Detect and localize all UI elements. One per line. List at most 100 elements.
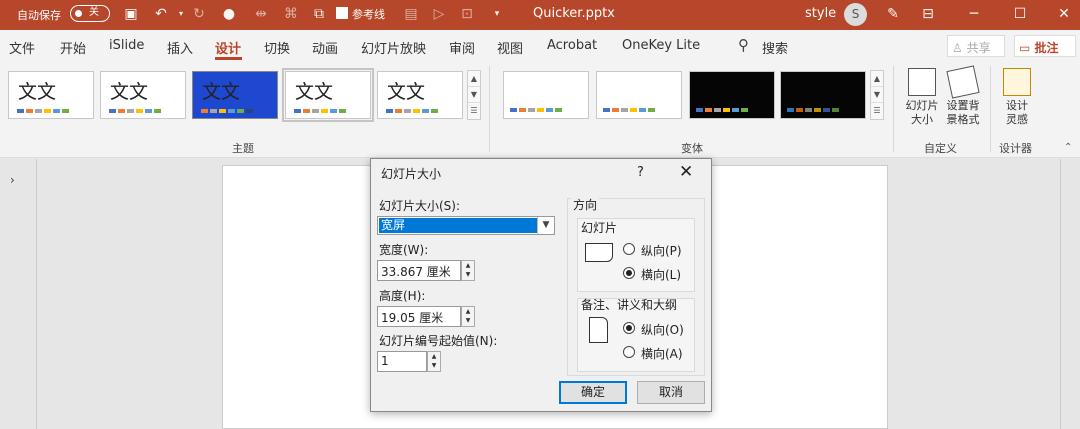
theme-color-strip [17, 109, 69, 113]
theme-thumb-5[interactable]: 文文 [377, 71, 463, 119]
width-field[interactable]: 33.867 厘米 [377, 260, 461, 281]
tab-onekey[interactable]: OneKey Lite [622, 38, 700, 53]
tab-islide[interactable]: iSlide [109, 38, 144, 53]
variant-thumb-2[interactable] [596, 71, 682, 119]
slides-portrait-radio[interactable] [623, 243, 635, 255]
height-field[interactable]: 19.05 厘米 [377, 306, 461, 327]
tab-transitions[interactable]: 切换 [264, 38, 290, 57]
theme-thumb-2[interactable]: 文文 [100, 71, 186, 119]
notes-portrait-radio[interactable] [623, 322, 635, 334]
undo-dropdown-icon[interactable]: ▾ [172, 5, 190, 23]
minimize-icon[interactable]: ─ [962, 3, 986, 25]
insert-picture-icon[interactable]: ⧉ [310, 5, 328, 23]
designer-group-label: 设计器 [999, 142, 1032, 155]
share-button[interactable]: ♙ 共享 [947, 35, 1005, 57]
shape-icon[interactable] [461, 5, 479, 23]
ribbon-separator [990, 66, 991, 152]
scroll-up-icon[interactable]: ▲ [468, 71, 480, 87]
design-ideas-label: 设计 [1006, 99, 1028, 112]
active-tab-indicator [215, 57, 242, 60]
share-label: 共享 [966, 41, 991, 55]
theme-thumb-selected[interactable]: 文文 [282, 68, 374, 122]
scroll-down-icon[interactable]: ▼ [468, 87, 480, 103]
numbering-field[interactable]: 1 [377, 351, 427, 372]
format-background-button[interactable]: 设置背 景格式 [940, 65, 986, 127]
close-window-icon[interactable]: ✕ [1052, 3, 1076, 25]
variant-thumb-3[interactable] [689, 71, 775, 119]
tab-home[interactable]: 开始 [60, 38, 86, 57]
scroll-down-icon[interactable]: ▼ [871, 87, 883, 103]
slide-landscape-icon [585, 243, 613, 262]
chevron-down-icon[interactable]: ▼ [537, 217, 554, 234]
help-icon[interactable]: ? [637, 165, 644, 180]
present-icon[interactable]: ▷ [430, 5, 448, 23]
reference-line-checkbox[interactable] [336, 7, 348, 19]
user-name[interactable]: style [805, 6, 836, 21]
theme-preview-text: 文文 [295, 81, 334, 103]
save-icon[interactable]: ▣ [122, 5, 140, 23]
width-label: 宽度(W): [379, 243, 429, 257]
slide-size-field-label: 幻灯片大小(S): [379, 199, 461, 213]
avatar[interactable]: S [844, 3, 867, 26]
tab-slideshow[interactable]: 幻灯片放映 [361, 38, 426, 57]
undo-icon[interactable]: ↶ [152, 5, 170, 23]
width-stepper-icon[interactable]: ▲ ▼ [461, 260, 475, 281]
distribute-icon[interactable]: ⌘ [282, 5, 300, 23]
gallery-more-icon[interactable]: ☰ [871, 103, 883, 119]
cancel-button[interactable]: 取消 [637, 381, 705, 404]
theme-thumb-office[interactable]: 文文 [8, 71, 94, 119]
design-ideas-button[interactable]: 设计 灵感 [994, 66, 1040, 127]
redo-icon[interactable]: ↻ [190, 5, 208, 23]
tab-acrobat[interactable]: Acrobat [547, 38, 597, 53]
pen-icon[interactable]: ✎ [884, 5, 902, 23]
tab-insert[interactable]: 插入 [167, 38, 193, 57]
gallery-more-icon[interactable]: ☰ [468, 103, 480, 119]
numbering-label: 幻灯片编号起始值(N): [379, 334, 498, 348]
close-icon[interactable]: ✕ [679, 162, 693, 182]
themes-gallery-scroll[interactable]: ▲ ▼ ☰ [467, 70, 481, 120]
theme-preview-text: 文文 [387, 81, 426, 103]
variants-gallery-scroll[interactable]: ▲ ▼ ☰ [870, 70, 884, 120]
comment-icon: ▭ [1019, 41, 1035, 55]
collapse-ribbon-icon[interactable]: ⌃ [1064, 142, 1072, 153]
slide-size-select[interactable]: 宽屏 ▼ [377, 216, 555, 235]
variant-color-strip [696, 108, 748, 112]
ok-button[interactable]: 确定 [559, 381, 627, 404]
align-icon[interactable]: ⇹ [252, 5, 270, 23]
notes-portrait-label[interactable]: 纵向(O) [641, 321, 684, 338]
ribbon-display-icon[interactable]: ⊟ [919, 5, 937, 23]
slides-landscape-label[interactable]: 横向(L) [641, 266, 681, 283]
scroll-up-icon[interactable]: ▲ [871, 71, 883, 87]
tab-design[interactable]: 设计 [215, 38, 241, 57]
slide-size-button[interactable]: 幻灯片 大小 [899, 66, 945, 127]
theme-thumb-blue[interactable]: 文文 [192, 71, 278, 119]
slide-size-dialog: 幻灯片大小 ? ✕ 幻灯片大小(S): 宽屏 ▼ 宽度(W): 33.867 厘… [370, 158, 712, 412]
height-stepper-icon[interactable]: ▲ ▼ [461, 306, 475, 327]
variant-thumb-4[interactable] [780, 71, 866, 119]
theme-color-strip [386, 109, 438, 113]
tab-review[interactable]: 审阅 [449, 38, 475, 57]
title-bar: 自动保存 关 ▣ ↶ ▾ ↻ ● ⇹ ⌘ ⧉ 参考线 ▤ ▷ ⊡ ▾ Quick… [0, 0, 1080, 30]
theme-color-strip [109, 109, 161, 113]
share-icon: ♙ [952, 41, 967, 55]
autosave-toggle[interactable]: 关 [70, 5, 110, 22]
maximize-icon[interactable]: ☐ [1008, 3, 1032, 25]
variant-thumb-1[interactable] [503, 71, 589, 119]
variant-color-strip [603, 108, 655, 112]
comment-button[interactable]: ▭ 批注 [1014, 35, 1076, 57]
slides-landscape-radio[interactable] [623, 267, 635, 279]
tab-view[interactable]: 视图 [497, 38, 523, 57]
slides-portrait-label[interactable]: 纵向(P) [641, 242, 682, 259]
chevron-right-icon[interactable]: › [10, 173, 15, 187]
record-icon[interactable]: ● [220, 5, 238, 23]
document-title: Quicker.pptx [533, 6, 615, 21]
notes-landscape-radio[interactable] [623, 346, 635, 358]
numbering-stepper-icon[interactable]: ▲ ▼ [427, 351, 441, 372]
customize-qat-icon[interactable]: ▾ [488, 5, 506, 23]
notes-landscape-label[interactable]: 横向(A) [641, 345, 683, 362]
format-painter-icon[interactable]: ▤ [402, 5, 420, 23]
search-icon[interactable]: ⚲ [738, 36, 749, 54]
search-label[interactable]: 搜索 [762, 38, 788, 57]
tab-file[interactable]: 文件 [9, 38, 35, 57]
tab-animations[interactable]: 动画 [312, 38, 338, 57]
